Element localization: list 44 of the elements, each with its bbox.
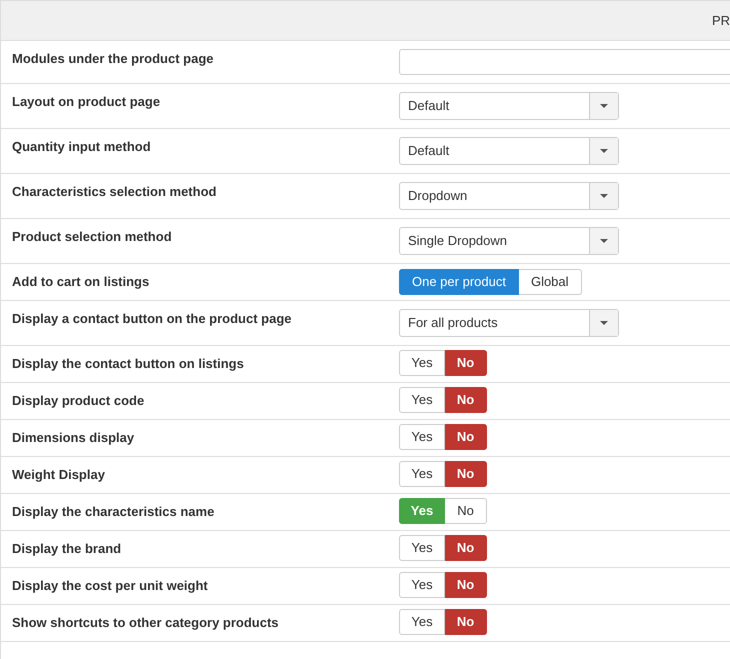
toggle-option[interactable]: No [445, 498, 487, 524]
field-label: Weight Display [11, 466, 106, 484]
toggle-option[interactable]: No [445, 387, 487, 413]
field-label: Product selection method [11, 228, 173, 246]
field-label: Dimensions display [11, 429, 136, 447]
toggle-option[interactable]: No [445, 424, 487, 450]
toggle-option[interactable]: Yes [399, 424, 445, 450]
toggle-option[interactable]: Yes [399, 535, 445, 561]
toggle-option[interactable]: Yes [399, 350, 445, 376]
text-field[interactable] [399, 49, 730, 75]
toggle-option[interactable]: No [445, 535, 487, 561]
caret-down-icon [600, 104, 608, 108]
toggle-option[interactable]: Yes [399, 461, 445, 487]
dropdown[interactable]: For all products [399, 309, 619, 337]
caret-down-icon [600, 321, 608, 325]
toggle-option[interactable]: No [445, 572, 487, 598]
toggle-option[interactable]: No [445, 350, 487, 376]
segment-option[interactable]: Global [518, 269, 582, 295]
caret-down-icon [600, 149, 608, 153]
field-label: Display the cost per unit weight [11, 577, 209, 595]
caret-down-icon [600, 239, 608, 243]
field-label: Modules under the product page [11, 50, 215, 68]
field-label: Display the brand [11, 540, 122, 558]
field-label: Add to cart on listings [11, 273, 150, 291]
field-label: Quantity input method [11, 138, 152, 156]
field-label: Display a contact button on the product page [11, 310, 293, 328]
toggle-option[interactable]: No [445, 609, 487, 635]
field-label: Layout on product page [11, 93, 162, 111]
field-label: Display the contact button on listings [11, 355, 245, 373]
segment-option[interactable]: One per product [399, 269, 519, 295]
dropdown[interactable]: Default [399, 137, 619, 165]
toggle-option[interactable]: Yes [399, 572, 445, 598]
toggle-option[interactable]: No [445, 461, 487, 487]
toggle-option[interactable]: Yes [399, 387, 445, 413]
dropdown[interactable]: Dropdown [399, 182, 619, 210]
column-header: PR [712, 12, 730, 30]
field-label: Display the characteristics name [11, 503, 216, 521]
field-label: Show shortcuts to other category products [11, 614, 280, 632]
dropdown[interactable]: Default [399, 92, 619, 120]
toggle-option[interactable]: Yes [399, 609, 445, 635]
dropdown[interactable]: Single Dropdown [399, 227, 619, 255]
field-label: Characteristics selection method [11, 183, 218, 201]
caret-down-icon [600, 194, 608, 198]
field-label: Display product code [11, 392, 146, 410]
